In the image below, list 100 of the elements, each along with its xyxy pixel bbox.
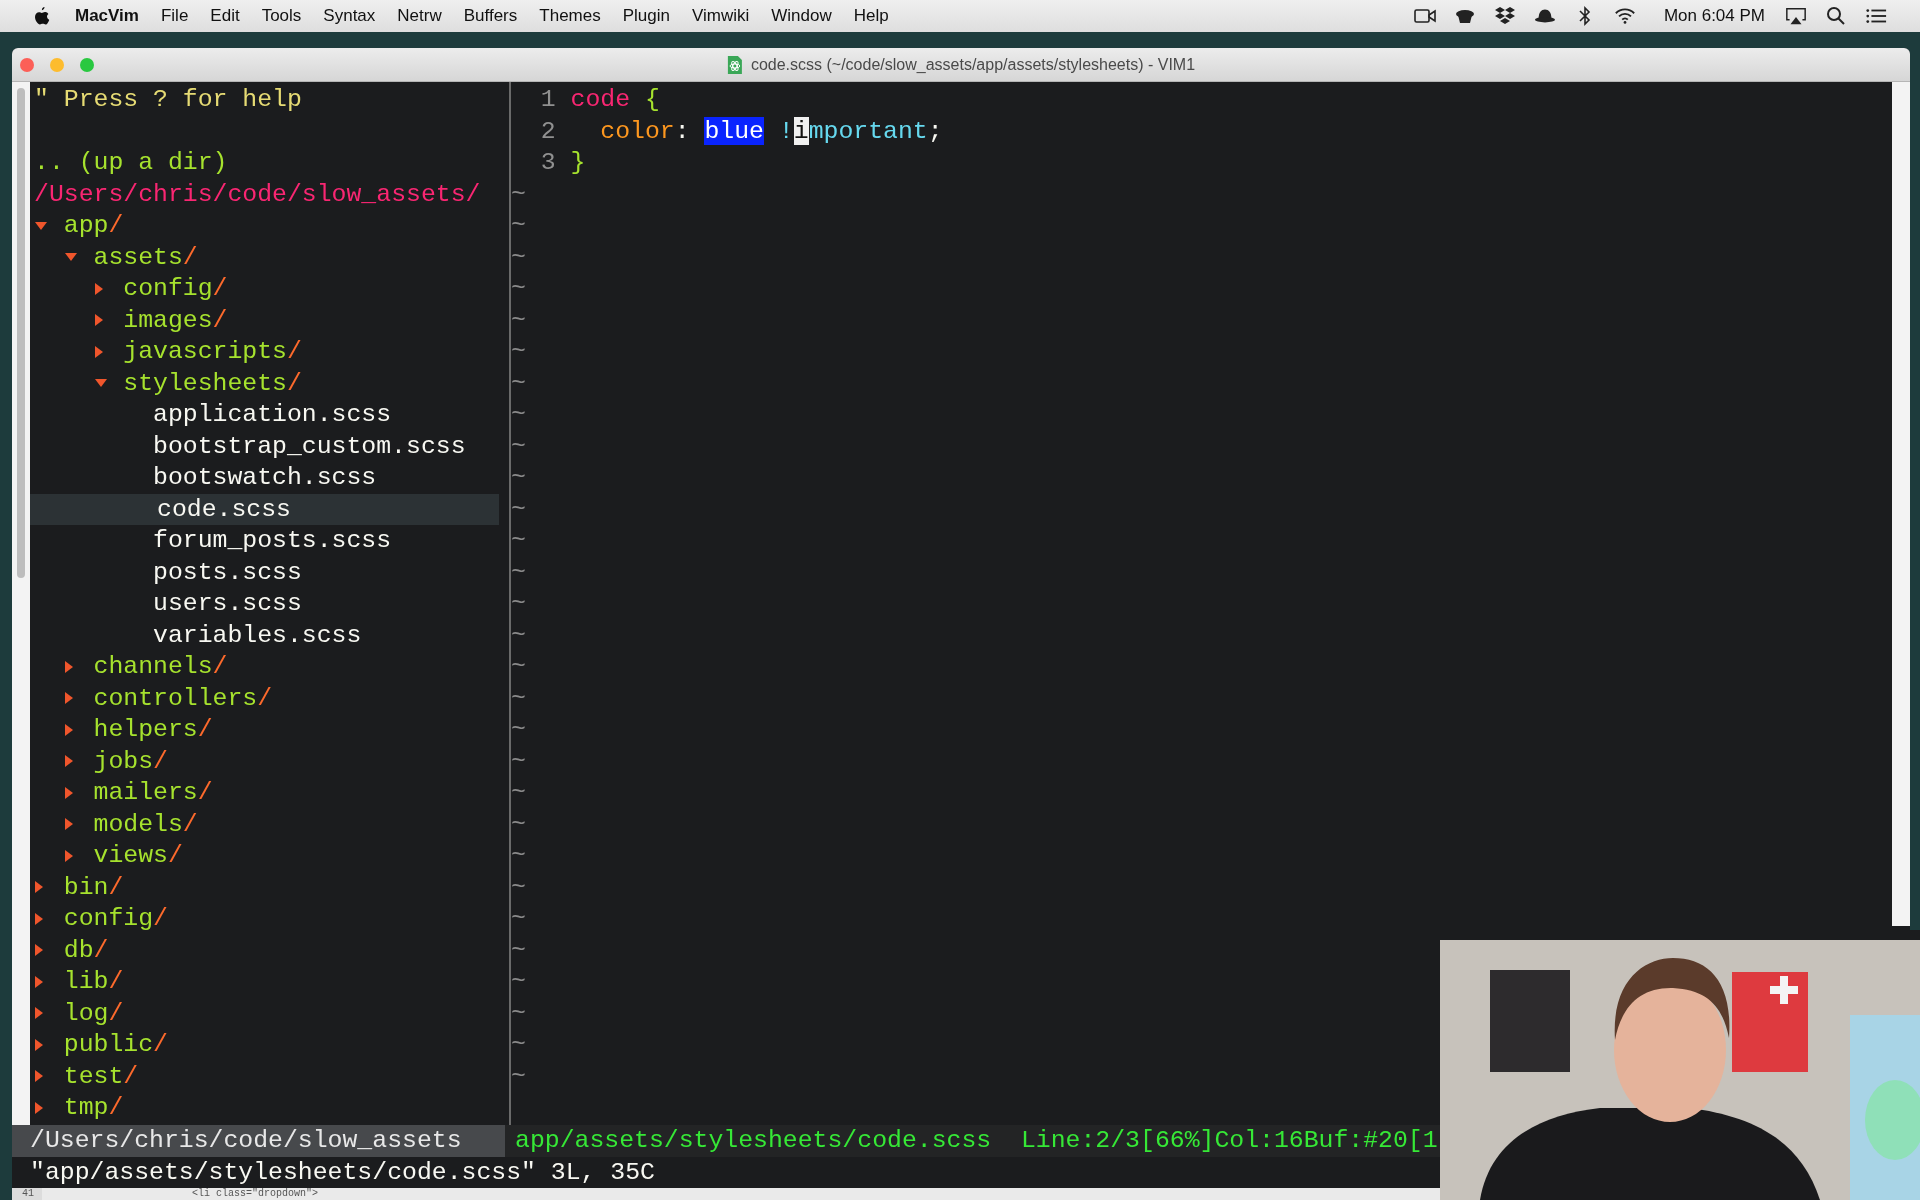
apple-icon[interactable] <box>32 6 50 26</box>
empty-line-marker: ~ <box>511 683 526 712</box>
empty-line-marker: ~ <box>511 809 526 838</box>
caret-right-icon[interactable] <box>34 1069 44 1084</box>
tree-item[interactable]: app/ <box>34 210 509 242</box>
tree-item[interactable]: users.scss <box>123 588 509 620</box>
caret-right-icon[interactable] <box>63 722 74 737</box>
caret-right-icon[interactable] <box>34 1100 44 1115</box>
tree-item[interactable]: db/ <box>34 934 509 966</box>
menu-item[interactable]: Themes <box>528 3 612 29</box>
tree-item[interactable]: channels/ <box>63 651 509 683</box>
airplay-icon[interactable] <box>1785 6 1807 26</box>
up-dir-link[interactable]: .. (up a dir) <box>34 147 228 179</box>
app-menu[interactable]: MacVim <box>64 3 150 29</box>
scrollbar[interactable] <box>1892 82 1910 926</box>
line-number: 41 <box>12 1188 42 1200</box>
empty-line-marker: ~ <box>511 872 526 901</box>
tree-item[interactable]: helpers/ <box>63 714 509 746</box>
tree-item[interactable]: bootswatch.scss <box>123 462 509 494</box>
menu-item[interactable]: Edit <box>199 3 251 29</box>
tree-item[interactable]: images/ <box>93 304 509 336</box>
tree-item[interactable]: controllers/ <box>63 682 509 714</box>
code-line: } <box>570 147 586 178</box>
caret-right-icon[interactable] <box>34 943 44 958</box>
caret-right-icon[interactable] <box>63 785 74 800</box>
menu-item[interactable]: File <box>149 3 200 29</box>
menu-item[interactable]: Help <box>842 3 900 29</box>
code-line: code { <box>570 84 660 115</box>
tree-item[interactable]: variables.scss <box>123 619 509 651</box>
tree-item[interactable]: jobs/ <box>63 745 509 777</box>
caret-right-icon[interactable] <box>93 344 104 359</box>
caret-right-icon[interactable] <box>63 817 74 832</box>
camera-icon[interactable] <box>1413 6 1436 26</box>
empty-line-marker: ~ <box>511 841 526 869</box>
menu-item[interactable]: Netrw <box>386 3 453 29</box>
caret-down-icon[interactable] <box>34 220 48 231</box>
tree-item[interactable]: config/ <box>93 273 509 305</box>
tree-item[interactable]: log/ <box>34 997 509 1029</box>
tree-item[interactable]: mailers/ <box>63 777 509 809</box>
clock[interactable]: Mon 6:04 PM <box>1652 3 1776 29</box>
tree-item[interactable]: tmp/ <box>34 1092 509 1124</box>
empty-line-marker: ~ <box>511 337 526 365</box>
list-icon[interactable] <box>1865 6 1887 26</box>
tree-item[interactable]: models/ <box>63 808 509 840</box>
tree-item[interactable]: bootstrap_custom.scss <box>123 430 509 462</box>
tree-item[interactable]: test/ <box>34 1060 509 1092</box>
window-title: code.scss (~/code/slow_assets/app/assets/stylesheets) - VIM1 <box>750 54 1196 75</box>
caret-right-icon[interactable] <box>34 974 44 989</box>
tree-item[interactable]: config/ <box>34 903 509 935</box>
menu-item[interactable]: Plugin <box>611 3 681 29</box>
menu-item[interactable]: Vimwiki <box>681 3 761 29</box>
status-position: Line:2/3[66%]Col:16Buf:#20[1 <box>1020 1126 1438 1154</box>
caret-right-icon[interactable] <box>93 281 104 296</box>
caret-right-icon[interactable] <box>63 691 74 706</box>
empty-line-marker: ~ <box>511 368 526 397</box>
empty-line-marker: ~ <box>511 1061 526 1090</box>
status-directory: /Users/chris/code/slow_assets <box>12 1125 505 1157</box>
wifi-icon[interactable] <box>1613 6 1636 26</box>
tree-item[interactable]: public/ <box>34 1029 509 1061</box>
code-line: <li class="dropdown"> <box>192 1188 319 1200</box>
caret-right-icon[interactable] <box>34 1006 44 1021</box>
empty-line-marker: ~ <box>511 274 526 302</box>
caret-right-icon[interactable] <box>34 1037 44 1052</box>
scrollbar[interactable] <box>12 82 30 1125</box>
caret-right-icon[interactable] <box>34 880 44 895</box>
tree-item[interactable]: forum_posts.scss <box>123 525 509 557</box>
empty-line-marker: ~ <box>511 967 526 995</box>
empty-line-marker: ~ <box>511 778 526 806</box>
message-line: "app/assets/stylesheets/code.scss" 3L, 35C <box>29 1156 656 1188</box>
tree-item[interactable]: posts.scss <box>123 556 509 588</box>
caret-right-icon[interactable] <box>34 911 44 926</box>
tree-item[interactable]: bin/ <box>34 871 509 903</box>
root-path: /Users/chris/code/slow_assets/ <box>34 178 481 210</box>
line-number: 2 <box>539 115 557 147</box>
tree-item[interactable]: javascripts/ <box>93 336 509 368</box>
caret-down-icon[interactable] <box>93 378 108 389</box>
menu-item[interactable]: Tools <box>250 3 313 29</box>
tree-item[interactable]: application.scss <box>123 399 509 431</box>
menu-item[interactable]: Window <box>760 3 843 29</box>
caret-right-icon[interactable] <box>63 659 74 674</box>
status-file: app/assets/stylesheets/code.scss <box>515 1126 992 1154</box>
empty-line-marker: ~ <box>511 463 526 491</box>
caret-right-icon[interactable] <box>93 313 104 328</box>
scroll-thumb[interactable] <box>17 88 25 578</box>
tree-item[interactable]: stylesheets/ <box>93 367 509 399</box>
empty-line-marker: ~ <box>511 998 526 1027</box>
caret-right-icon[interactable] <box>63 848 74 863</box>
tree-item[interactable]: views/ <box>63 840 509 872</box>
search-icon[interactable] <box>1825 6 1847 26</box>
empty-line-marker: ~ <box>511 494 526 523</box>
menu-item[interactable]: Buffers <box>452 3 529 29</box>
dropbox-icon[interactable] <box>1493 6 1516 26</box>
empty-line-marker: ~ <box>511 242 526 271</box>
caret-down-icon[interactable] <box>63 252 78 263</box>
empty-line-marker: ~ <box>511 904 526 932</box>
tree-item[interactable]: assets/ <box>63 241 509 273</box>
caret-right-icon[interactable] <box>63 754 74 769</box>
tree-item[interactable]: lib/ <box>34 966 509 998</box>
line-number: 1 <box>539 84 557 115</box>
menu-item[interactable]: Syntax <box>312 3 387 29</box>
